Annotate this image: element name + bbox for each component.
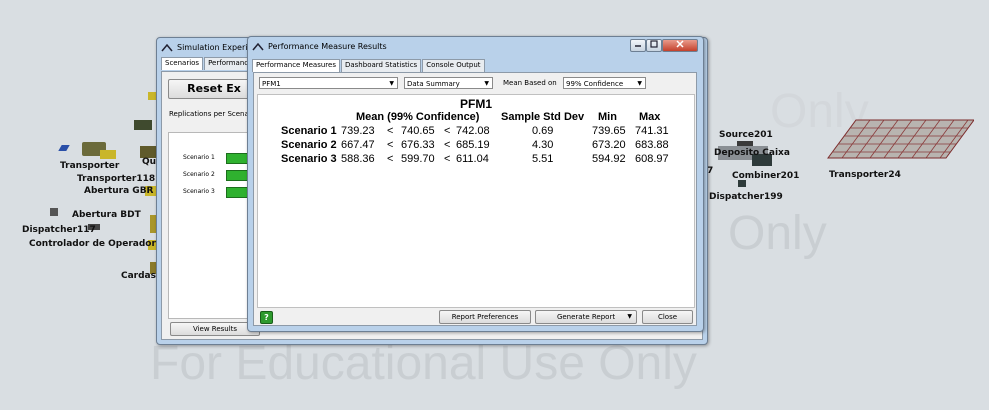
dropdown-arrow-icon: ▼ (637, 80, 642, 87)
row-name: Scenario 3 (281, 153, 337, 165)
report-preferences-button[interactable]: Report Preferences (439, 310, 531, 324)
label-abertura-bdt: Abertura BDT (72, 210, 141, 220)
tab-scenarios[interactable]: Scenarios (161, 57, 204, 70)
minimize-icon (635, 45, 641, 47)
label-dispatcher199: Dispatcher199 (709, 192, 783, 202)
row-min: 739.65 (592, 125, 626, 137)
col-std-header: Sample Std Dev (501, 111, 585, 123)
dropdown-arrow-icon: ▼ (627, 313, 632, 320)
row-min: 673.20 (592, 139, 626, 151)
row-std: 5.51 (532, 153, 554, 165)
scenario-1-label: Scenario 1 (183, 154, 215, 161)
dropdown-arrow-icon: ▼ (389, 80, 394, 87)
row-mean: 740.65 (401, 125, 435, 137)
confidence-select[interactable]: 99% Confidence ▼ (563, 77, 646, 89)
row-std: 4.30 (532, 139, 554, 151)
replications-label: Replications per Scenar (169, 110, 252, 118)
col-max-header: Max (639, 111, 661, 123)
table-row: Scenario 3 588.36 < 599.70 < 611.04 5.51… (258, 153, 694, 167)
row-std: 0.69 (532, 125, 554, 137)
performance-measure-results-window[interactable]: Performance Measure Results Performance … (247, 36, 704, 332)
label-transporter118: Transporter118 (77, 174, 156, 184)
dispatcher-object[interactable] (738, 180, 746, 187)
row-max: 608.97 (635, 153, 669, 165)
scenario-3-label: Scenario 3 (183, 188, 215, 195)
results-area: PFM1 Mean (99% Confidence) Sample Std De… (257, 94, 695, 308)
row-max: 741.31 (635, 125, 669, 137)
tab-dashboard-statistics[interactable]: Dashboard Statistics (340, 59, 422, 72)
dropdown-arrow-icon: ▼ (484, 80, 489, 87)
row-mean: 676.33 (401, 139, 435, 151)
label-transporter: Transporter (60, 161, 120, 171)
lt-sign: < (444, 139, 451, 151)
operator-object[interactable] (50, 208, 58, 216)
scenario-2-label: Scenario 2 (183, 171, 215, 178)
row-name: Scenario 2 (281, 139, 337, 151)
row-mean: 599.70 (401, 153, 435, 165)
row-lo: 739.23 (341, 125, 375, 137)
row-lo: 667.47 (341, 139, 375, 151)
lt-sign: < (387, 139, 394, 151)
flexsim-icon (252, 42, 264, 50)
lt-sign: < (444, 153, 451, 165)
generate-report-button[interactable]: Generate Report ▼ (535, 310, 637, 324)
measure-select[interactable]: PFM1 ▼ (259, 77, 398, 89)
label-abertura-gbr: Abertura GBR (84, 186, 154, 196)
row-max: 683.88 (635, 139, 669, 151)
label-dispatcher117: Dispatcher117 (22, 225, 96, 235)
rack-object[interactable] (826, 118, 975, 162)
pm-panel: PFM1 ▼ Data Summary ▼ Mean Based on 99% Co… (253, 72, 697, 326)
label-deposito: Deposito Caixa (714, 148, 790, 158)
row-hi: 611.04 (456, 153, 489, 165)
col-min-header: Min (598, 111, 617, 123)
results-heading: PFM1 (459, 97, 492, 111)
pm-tabs: Performance Measures Dashboard Statistic… (252, 59, 703, 72)
close-icon (676, 40, 684, 48)
label-transporter24: Transporter24 (829, 170, 901, 180)
sim-title: Simulation Experim (177, 43, 256, 52)
simulation-3d-view[interactable]: For Educational Use Only Only Only Trans… (0, 0, 989, 410)
table-row: Scenario 2 667.47 < 676.33 < 685.19 4.30… (258, 139, 694, 153)
machine-object[interactable] (100, 150, 116, 159)
window-close-button[interactable] (662, 39, 698, 52)
lt-sign: < (387, 125, 394, 137)
pm-title: Performance Measure Results (268, 42, 387, 51)
summary-select[interactable]: Data Summary ▼ (404, 77, 493, 89)
row-hi: 685.19 (456, 139, 490, 151)
row-lo: 588.36 (341, 153, 375, 165)
table-row: Scenario 1 739.23 < 740.65 < 742.08 0.69… (258, 125, 694, 139)
machine-object[interactable] (134, 120, 152, 130)
flexsim-icon (161, 43, 173, 51)
conveyor-object[interactable] (58, 145, 70, 151)
label-combiner201: Combiner201 (732, 171, 800, 181)
tab-performance-measures[interactable]: Performance Measures (252, 59, 340, 72)
tab-console-output[interactable]: Console Output (422, 59, 485, 72)
help-button[interactable]: ? (260, 311, 273, 324)
row-name: Scenario 1 (281, 125, 337, 137)
lt-sign: < (387, 153, 394, 165)
rack-grid (827, 119, 975, 159)
watermark-mid-right: Only (728, 207, 827, 260)
help-icon: ? (264, 313, 269, 322)
lt-sign: < (444, 125, 451, 137)
minimize-button[interactable] (630, 39, 646, 52)
maximize-button[interactable] (646, 39, 662, 52)
col-mean-header: Mean (99% Confidence) (356, 111, 480, 123)
label-source201: Source201 (719, 130, 773, 140)
row-min: 594.92 (592, 153, 626, 165)
close-button[interactable]: Close (642, 310, 693, 324)
maximize-icon (650, 40, 658, 48)
mean-based-on-label: Mean Based on (503, 79, 557, 87)
row-hi: 742.08 (456, 125, 490, 137)
